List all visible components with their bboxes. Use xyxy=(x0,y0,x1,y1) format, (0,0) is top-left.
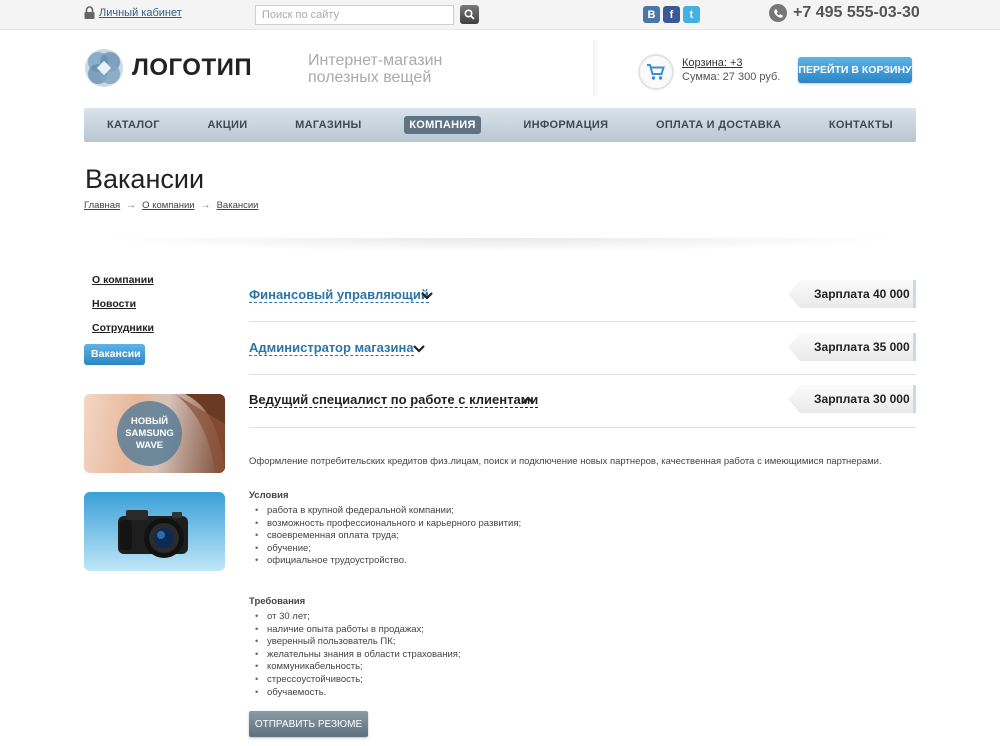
nav-item-company[interactable]: КОМПАНИЯ xyxy=(404,116,481,134)
banner-text-line2: SAMSUNG xyxy=(125,427,174,439)
sidebar-item-staff[interactable]: Сотрудники xyxy=(84,320,224,344)
tagline-line2: полезных вещей xyxy=(308,69,432,86)
vacancy-title[interactable]: Администратор магазина xyxy=(249,340,414,356)
chevron-down-icon[interactable] xyxy=(412,344,426,354)
nav-item-promotions[interactable]: АКЦИИ xyxy=(202,116,252,134)
vk-icon[interactable]: В xyxy=(643,6,660,23)
requirements-heading: Требования xyxy=(249,595,306,607)
social-links: В f t xyxy=(643,6,700,23)
site-search xyxy=(255,5,479,25)
twitter-icon[interactable]: t xyxy=(683,6,700,23)
logo-icon xyxy=(85,49,123,87)
list-item: возможность профессионального и карьерно… xyxy=(255,518,916,531)
breadcrumb: Главная → О компании → Вакансии xyxy=(84,200,258,211)
breadcrumb-home[interactable]: Главная xyxy=(84,200,120,211)
search-input[interactable] xyxy=(255,5,454,25)
sidebar-item-about[interactable]: О компании xyxy=(84,272,224,296)
cart-icon[interactable] xyxy=(638,54,674,90)
sidebar-item-vacancies[interactable]: Вакансии xyxy=(84,344,145,365)
banner-text-line1: НОВЫЙ xyxy=(130,415,169,427)
list-item: уверенный пользователь ПК; xyxy=(255,636,916,649)
requirements-list: от 30 лет; наличие опыта работы в продаж… xyxy=(249,611,916,699)
breadcrumb-arrow-icon: → xyxy=(126,200,137,211)
list-item: работа в крупной федеральной компании; xyxy=(255,505,916,518)
cart-sum: Сумма: 27 300 руб. xyxy=(682,71,781,83)
list-item: своевременная оплата труда; xyxy=(255,530,916,543)
vacancy-item-open: Ведущий специалист по работе с клиентами… xyxy=(249,376,916,428)
salary-badge: Зарплата 40 000 xyxy=(788,280,916,308)
vacancy-description: Оформление потребительских кредитов физ.… xyxy=(249,456,882,467)
send-resume-button[interactable]: ОТПРАВИТЬ РЕЗЮМЕ xyxy=(249,711,368,737)
header-divider xyxy=(593,40,599,96)
chevron-up-icon[interactable] xyxy=(521,395,535,405)
breadcrumb-vacancies[interactable]: Вакансии xyxy=(217,200,259,211)
vacancy-item: Финансовый управляющий Зарплата 40 000 xyxy=(249,270,916,322)
salary-badge: Зарплата 30 000 xyxy=(788,385,916,413)
personal-cabinet[interactable]: Личный кабинет xyxy=(84,6,182,19)
list-item: желательны знания в области страхования; xyxy=(255,649,916,662)
site-logo[interactable]: ЛОГОТИП xyxy=(84,48,252,88)
personal-cabinet-link[interactable]: Личный кабинет xyxy=(99,7,182,19)
search-button[interactable] xyxy=(460,5,479,24)
cart-link[interactable]: Корзина: +3 xyxy=(682,57,743,69)
vacancy-item: Администратор магазина Зарплата 35 000 xyxy=(249,323,916,375)
section-shadow-divider xyxy=(94,238,906,252)
sidebar-menu: О компании Новости Сотрудники Вакансии xyxy=(84,272,224,365)
nav-item-catalog[interactable]: КАТАЛОГ xyxy=(102,116,165,134)
tagline: Интернет-магазин полезных вещей xyxy=(308,52,508,86)
breadcrumb-arrow-icon: → xyxy=(200,200,211,211)
phone-icon xyxy=(769,4,787,22)
search-icon xyxy=(464,9,475,20)
vacancy-details: Оформление потребительских кредитов физ.… xyxy=(249,455,916,699)
vacancy-title[interactable]: Финансовый управляющий xyxy=(249,287,429,303)
nav-item-payment-delivery[interactable]: ОПЛАТА И ДОСТАВКА xyxy=(651,116,786,134)
page-title: Вакансии xyxy=(85,164,205,194)
camera-banner[interactable] xyxy=(84,492,225,571)
cart-info: Корзина: +3 Сумма: 27 300 руб. xyxy=(682,56,780,84)
tagline-line1: Интернет-магазин xyxy=(308,52,443,69)
camera-image xyxy=(118,510,188,558)
conditions-heading: Условия xyxy=(249,490,289,501)
nav-item-contacts[interactable]: КОНТАКТЫ xyxy=(824,116,898,134)
sidebar-item-news[interactable]: Новости xyxy=(84,296,224,320)
phone-block: +7 495 555-03-30 xyxy=(769,4,920,22)
list-item: официальное трудоустройство. xyxy=(255,555,916,568)
salary-badge: Зарплата 35 000 xyxy=(788,333,916,361)
nav-item-stores[interactable]: МАГАЗИНЫ xyxy=(290,116,367,134)
banner-circle: НОВЫЙ SAMSUNG WAVE xyxy=(117,401,182,466)
conditions-list: работа в крупной федеральной компании; в… xyxy=(249,505,916,568)
main-nav: КАТАЛОГ АКЦИИ МАГАЗИНЫ КОМПАНИЯ ИНФОРМАЦ… xyxy=(84,108,916,142)
nav-item-information[interactable]: ИНФОРМАЦИЯ xyxy=(518,116,613,134)
vacancy-title[interactable]: Ведущий специалист по работе с клиентами xyxy=(249,392,539,408)
samsung-wave-banner[interactable]: НОВЫЙ SAMSUNG WAVE xyxy=(84,394,225,473)
list-item: от 30 лет; xyxy=(255,611,916,624)
list-item: обучаемость. xyxy=(255,687,916,700)
list-item: обучение; xyxy=(255,543,916,556)
logo-text: ЛОГОТИП xyxy=(132,54,253,81)
list-item: коммуникабельность; xyxy=(255,661,916,674)
breadcrumb-company[interactable]: О компании xyxy=(142,200,194,211)
facebook-icon[interactable]: f xyxy=(663,6,680,23)
chevron-down-icon[interactable] xyxy=(420,291,434,301)
list-item: наличие опыта работы в продажах; xyxy=(255,624,916,637)
phone-number[interactable]: +7 495 555-03-30 xyxy=(793,4,920,22)
list-item: стрессоустойчивость; xyxy=(255,674,916,687)
lock-icon xyxy=(84,6,95,19)
banner-text-line3: WAVE xyxy=(135,439,164,451)
top-bar: Личный кабинет В f t +7 495 555-03-30 xyxy=(0,0,1000,30)
go-to-cart-button[interactable]: ПЕРЕЙТИ В КОРЗИНУ xyxy=(798,57,912,83)
